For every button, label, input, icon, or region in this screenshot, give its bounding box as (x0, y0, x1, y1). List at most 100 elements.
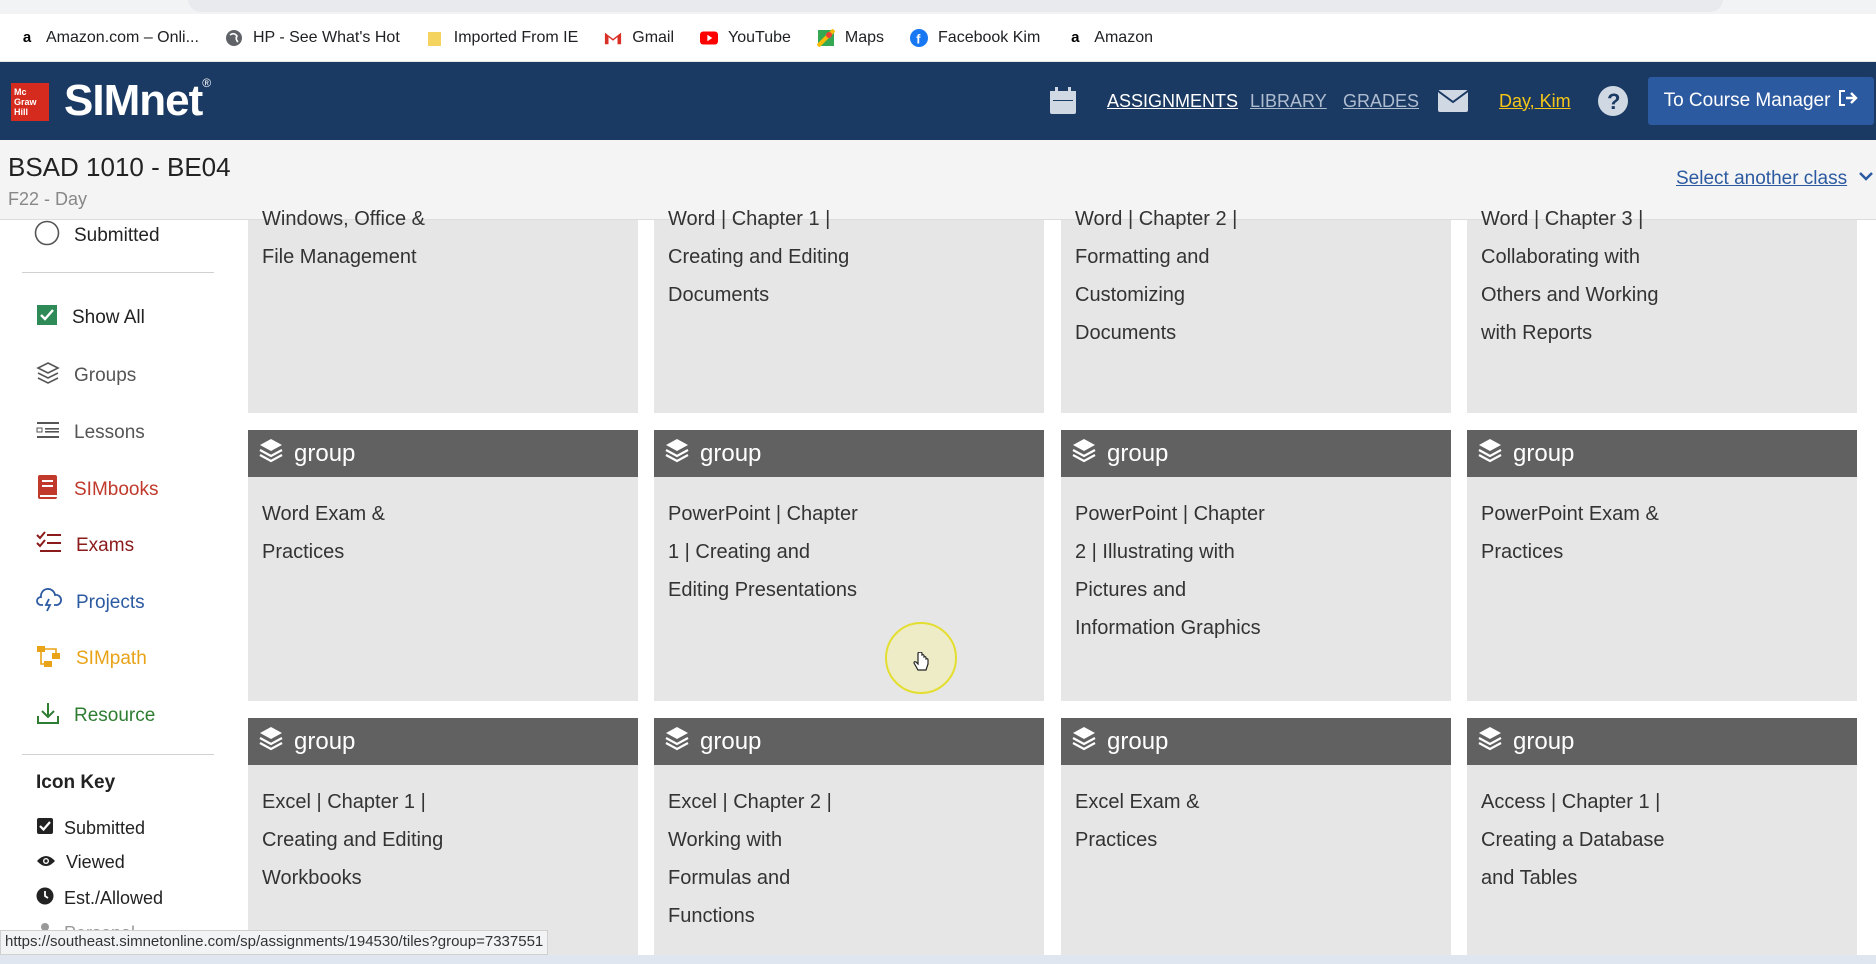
folder-icon (426, 29, 444, 47)
amazon-icon: a (1071, 29, 1080, 46)
address-bar[interactable] (188, 0, 1723, 12)
filter-lessons[interactable]: Lessons (36, 418, 145, 448)
class-title: BSAD 1010 - BE04 (8, 152, 231, 182)
filter-simpath[interactable]: SIMpath (36, 644, 147, 674)
group-tile[interactable]: group PowerPoint Exam & Practices (1467, 430, 1857, 701)
sidebar-filters: Submitted Show All Groups Lessons SIMboo… (0, 220, 230, 964)
taskbar-strip (0, 955, 1876, 964)
icon-key-submitted: Submitted (36, 817, 145, 840)
tile-title: Word | Chapter 1 | Creating and Editing … (668, 208, 850, 306)
layers-icon (258, 437, 284, 470)
filter-simbooks[interactable]: SIMbooks (36, 474, 158, 506)
group-tile[interactable]: group PowerPoint | Chapter 2 | Illustrat… (1061, 430, 1451, 701)
bookmark-amazon[interactable]: a Amazon (1066, 29, 1153, 47)
tile-title: PowerPoint Exam & Practices (1481, 503, 1659, 563)
layers-icon (258, 725, 284, 758)
cloud-lightning-icon (36, 588, 62, 618)
layers-icon (1477, 725, 1503, 758)
amazon-icon: a (22, 29, 32, 46)
group-tile[interactable]: group Access | Chapter 1 | Creating a Da… (1467, 718, 1857, 964)
group-tile[interactable]: group Excel Exam & Practices (1061, 718, 1451, 964)
filter-projects[interactable]: Projects (36, 588, 145, 618)
gmail-icon (604, 29, 622, 47)
group-tile[interactable]: group Word Exam & Practices (248, 430, 638, 701)
group-tile[interactable]: group Excel | Chapter 2 | Working with F… (654, 718, 1044, 964)
tile-header: group (1467, 430, 1857, 477)
layers-icon (664, 437, 690, 470)
exam-list-icon (36, 531, 62, 561)
help-icon[interactable]: ? (1597, 62, 1629, 140)
book-icon (36, 474, 60, 506)
maps-icon (816, 28, 835, 47)
class-term: F22 - Day (8, 189, 88, 209)
filter-exams[interactable]: Exams (36, 531, 134, 561)
bookmark-imported-from-ie[interactable]: Imported From IE (426, 29, 578, 47)
simnet-logo[interactable]: SIMnet® (64, 76, 211, 126)
icon-key-viewed: Viewed (36, 852, 125, 873)
tile-title: Windows, Office & File Management (262, 208, 426, 268)
layers-icon (1071, 725, 1097, 758)
layers-icon (664, 725, 690, 758)
layers-icon (1071, 437, 1097, 470)
tile-title: Excel | Chapter 2 | Working with Formula… (668, 791, 832, 927)
assignment-tile[interactable]: Windows, Office & File Management (248, 208, 638, 413)
mcgraw-hill-logo: Mc Graw Hill (11, 83, 49, 121)
tile-header: group (1061, 718, 1451, 765)
nav-library[interactable]: LIBRARY (1250, 91, 1327, 112)
sidebar-divider (22, 754, 214, 755)
select-another-class-link[interactable]: Select another class (1676, 168, 1847, 190)
assignment-tile[interactable]: Word | Chapter 1 | Creating and Editing … (654, 208, 1044, 413)
layers-icon (1477, 437, 1503, 470)
assignment-tile[interactable]: Word | Chapter 2 | Formatting and Custom… (1061, 208, 1451, 413)
checkbox-icon (36, 817, 54, 840)
nav-assignments[interactable]: ASSIGNMENTS (1107, 91, 1238, 112)
icon-key-title: Icon Key (36, 772, 116, 793)
browser-toolbar (0, 0, 1876, 14)
sign-out-icon (1838, 89, 1859, 113)
filter-resource[interactable]: Resource (36, 701, 155, 731)
filter-submitted-radio[interactable]: Submitted (34, 220, 160, 252)
tile-title: Word | Chapter 3 | Collaborating with Ot… (1481, 208, 1659, 344)
download-icon (36, 701, 60, 731)
tile-title: PowerPoint | Chapter 2 | Illustrating wi… (1075, 503, 1265, 639)
filter-groups[interactable]: Groups (36, 361, 136, 391)
tile-title: Excel Exam & Practices (1075, 791, 1200, 851)
calendar-icon[interactable] (1047, 62, 1079, 140)
hand-pointer-icon (912, 651, 930, 680)
tile-header: group (1467, 718, 1857, 765)
tile-header: group (248, 430, 638, 477)
bookmark-facebook-kim[interactable]: f Facebook Kim (910, 28, 1040, 47)
tile-title: Access | Chapter 1 | Creating a Database… (1481, 791, 1665, 889)
group-tile[interactable]: group Excel | Chapter 1 | Creating and E… (248, 718, 638, 964)
group-tile[interactable]: group PowerPoint | Chapter 1 | Creating … (654, 430, 1044, 701)
filter-show-all[interactable]: Show All (36, 304, 145, 332)
bookmark-amazon-online[interactable]: a Amazon.com – Onli... (18, 29, 199, 47)
bookmarks-bar: a Amazon.com – Onli... HP - See What's H… (0, 14, 1876, 62)
eye-icon (36, 852, 56, 873)
clock-icon (36, 887, 54, 910)
status-bar-url: https://southeast.simnetonline.com/sp/as… (0, 930, 549, 955)
app-header: Mc Graw Hill SIMnet® ASSIGNMENTS LIBRARY G… (0, 62, 1876, 140)
user-menu[interactable]: Day, Kim (1499, 91, 1571, 112)
tile-header: group (654, 718, 1044, 765)
chevron-down-icon[interactable] (1858, 168, 1874, 190)
sidebar-divider (22, 272, 214, 273)
checkbox-checked-icon (36, 304, 58, 332)
mail-icon[interactable] (1437, 62, 1469, 140)
svg-text:?: ? (1607, 89, 1620, 114)
tile-header: group (654, 430, 1044, 477)
tile-header: group (1061, 430, 1451, 477)
globe-icon (225, 29, 243, 47)
lessons-icon (36, 418, 60, 448)
bookmark-hp[interactable]: HP - See What's Hot (225, 29, 400, 47)
facebook-icon: f (910, 28, 929, 47)
nav-grades[interactable]: GRADES (1343, 91, 1419, 112)
tile-title: Word | Chapter 2 | Formatting and Custom… (1075, 208, 1238, 344)
bookmark-maps[interactable]: Maps (816, 28, 884, 47)
assignment-tile[interactable]: Word | Chapter 3 | Collaborating with Ot… (1467, 208, 1857, 413)
radio-icon (34, 220, 60, 252)
tile-title: PowerPoint | Chapter 1 | Creating and Ed… (668, 503, 858, 601)
to-course-manager-button[interactable]: To Course Manager (1648, 77, 1874, 125)
bookmark-gmail[interactable]: Gmail (604, 29, 674, 47)
bookmark-youtube[interactable]: YouTube (700, 29, 791, 47)
